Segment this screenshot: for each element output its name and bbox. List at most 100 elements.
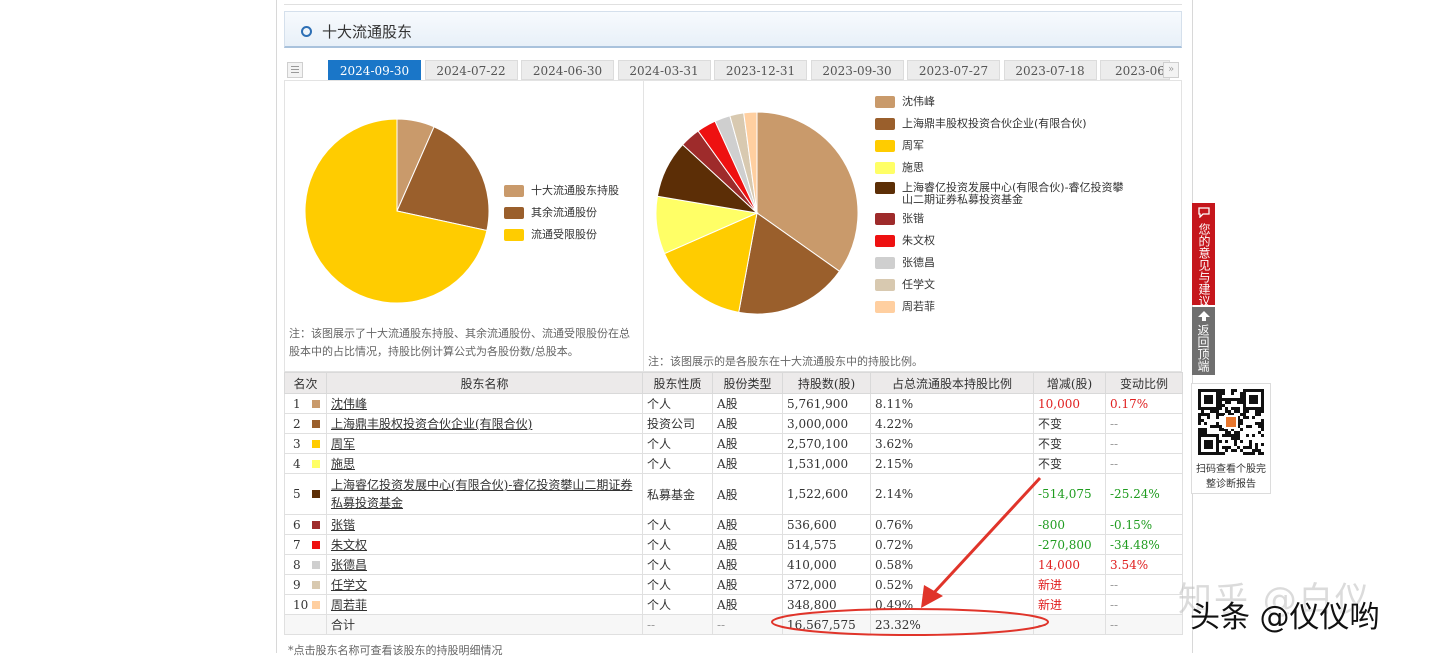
rank-cell: 4	[284, 453, 327, 474]
rank-number: 8	[293, 557, 301, 572]
ratio-cell: 0.49%	[870, 594, 1034, 615]
change-pct-cell: --	[1105, 413, 1183, 434]
holder-name-link[interactable]: 周军	[331, 437, 355, 451]
rank-number: 3	[293, 436, 301, 451]
ratio-cell: 0.72%	[870, 534, 1034, 555]
tab-2023-09-30[interactable]: 2023-09-30	[810, 60, 904, 80]
share-type-cell: A股	[712, 554, 783, 575]
next-tabs-icon[interactable]: »	[1163, 62, 1179, 78]
tab-2023-07-27[interactable]: 2023-07-27	[907, 60, 1000, 80]
rank-number: 1	[293, 396, 301, 411]
rank-cell	[284, 614, 327, 635]
column-header: 股东名称	[326, 372, 643, 394]
column-header: 增减(股)	[1033, 372, 1106, 394]
holder-name-link[interactable]: 周若菲	[331, 598, 367, 612]
column-header: 变动比例	[1105, 372, 1183, 394]
table-row: 10 周若菲 个人 A股 348,800 0.49% 新进 --	[284, 594, 1183, 615]
right-chart-note: 注：该图展示的是各股东在十大流通股东中的持股比例。	[648, 355, 923, 368]
holder-name-cell: 周若菲	[326, 594, 643, 615]
ratio-cell: 0.58%	[870, 554, 1034, 575]
legend-label: 其余流通股份	[531, 206, 597, 219]
chat-icon	[1197, 207, 1210, 219]
holder-name-link[interactable]: 上海睿亿投资发展中心(有限合伙)-睿亿投资攀山二期证券私募投资基金	[331, 478, 632, 510]
change-pct-cell: --	[1105, 433, 1183, 454]
table-row: 1 沈伟峰 个人 A股 5,761,900 8.11% 10,000 0.17%	[284, 393, 1183, 414]
shares-cell: 2,570,100	[782, 433, 871, 454]
column-header: 持股数(股)	[782, 372, 871, 394]
ratio-cell: 2.15%	[870, 453, 1034, 474]
rank-cell: 6	[284, 514, 327, 535]
legend-label: 沈伟峰	[902, 95, 935, 108]
feedback-button[interactable]: 您的意见与建议	[1192, 203, 1215, 307]
table-row: 3 周军 个人 A股 2,570,100 3.62% 不变 --	[284, 433, 1183, 454]
share-type-cell: A股	[712, 574, 783, 595]
holder-name-link[interactable]: 施思	[331, 457, 355, 471]
tab-2024-06-30[interactable]: 2024-06-30	[521, 60, 614, 80]
change-pct-cell: -34.48%	[1105, 534, 1183, 555]
rank-number: 7	[293, 537, 301, 552]
shares-cell: 3,000,000	[782, 413, 871, 434]
legend-swatch	[504, 185, 524, 197]
shares-cell: 5,761,900	[782, 393, 871, 414]
change-pct-cell: -25.24%	[1105, 473, 1183, 515]
shares-cell: 410,000	[782, 554, 871, 575]
date-tabs: 2024-09-30 2024-07-22 2024-06-30 2024-03-31…	[284, 60, 1182, 80]
change-pct-cell: 3.54%	[1105, 554, 1183, 575]
holder-name-cell: 沈伟峰	[326, 393, 643, 414]
legend-label: 周军	[902, 139, 924, 152]
change-pct-cell: --	[1105, 594, 1183, 615]
change-cell: 不变	[1033, 453, 1106, 474]
change-pct-cell: --	[1105, 574, 1183, 595]
legend-label: 施思	[902, 161, 924, 174]
holder-nature-cell: 个人	[642, 453, 713, 474]
shares-cell: 1,522,600	[782, 473, 871, 515]
table-header-row: 名次 股东名称 股东性质 股份类型 持股数(股) 占总流通股本持股比例 增减(股) 变动比例	[284, 372, 1183, 394]
color-marker	[312, 560, 320, 569]
tab-2023-06[interactable]: 2023-06	[1100, 60, 1170, 80]
tab-2024-03-31[interactable]: 2024-03-31	[617, 60, 711, 80]
holder-name-link[interactable]: 上海鼎丰股权投资合伙企业(有限合伙)	[331, 417, 532, 431]
column-header: 股东性质	[642, 372, 713, 394]
rank-cell: 2	[284, 413, 327, 434]
tab-2023-07-18[interactable]: 2023-07-18	[1003, 60, 1097, 80]
holder-name-link[interactable]: 张德昌	[331, 558, 367, 572]
shares-cell: 514,575	[782, 534, 871, 555]
tab-2024-07-22[interactable]: 2024-07-22	[424, 60, 518, 80]
holder-name-link[interactable]: 朱文权	[331, 538, 367, 552]
chart-divider	[643, 81, 644, 371]
change-cell: 不变	[1033, 433, 1106, 454]
holder-nature-cell: 个人	[642, 514, 713, 535]
change-pct-cell: 0.17%	[1105, 393, 1183, 414]
holder-nature-cell: 投资公司	[642, 413, 713, 434]
list-view-icon[interactable]	[287, 62, 303, 78]
back-to-top-button[interactable]: 返回顶端	[1192, 307, 1215, 375]
holders-table: 名次 股东名称 股东性质 股份类型 持股数(股) 占总流通股本持股比例 增减(股) 变动比例 …	[284, 372, 1183, 635]
charts-area: 十大流通股东持股 其余流通股份 流通受限股份 注：该图展示了十大流通股东持股、其余流…	[284, 80, 1182, 372]
table-row: 8 张德昌 个人 A股 410,000 0.58% 14,000 3.54%	[284, 554, 1183, 575]
tab-2023-12-31[interactable]: 2023-12-31	[714, 60, 807, 80]
qr-caption: 扫码查看个股完整诊断报告	[1196, 464, 1266, 490]
tab-2024-09-30[interactable]: 2024-09-30	[328, 60, 421, 80]
ratio-cell: 0.76%	[870, 514, 1034, 535]
rank-cell: 9	[284, 574, 327, 595]
legend-label: 张锴	[902, 212, 924, 225]
color-marker	[312, 600, 320, 609]
holder-name-link[interactable]: 张锴	[331, 518, 355, 532]
holder-name-link[interactable]: 沈伟峰	[331, 397, 367, 411]
color-marker	[312, 520, 320, 529]
ratio-cell: 3.62%	[870, 433, 1034, 454]
rank-number: 9	[293, 577, 301, 592]
share-type-cell: A股	[712, 433, 783, 454]
rank-number: 6	[293, 517, 301, 532]
holder-name-cell: 张锴	[326, 514, 643, 535]
color-marker	[312, 399, 320, 408]
legend-label: 上海睿亿投资发展中心(有限合伙)-睿亿投资攀山二期证券私募投资基金	[902, 181, 1124, 206]
legend-swatch	[875, 279, 895, 291]
holder-nature-cell: 个人	[642, 574, 713, 595]
table-row: 2 上海鼎丰股权投资合伙企业(有限合伙) 投资公司 A股 3,000,000 4.22% 不…	[284, 413, 1183, 434]
shares-cell: 348,800	[782, 594, 871, 615]
holder-name-cell: 上海鼎丰股权投资合伙企业(有限合伙)	[326, 413, 643, 434]
qr-code-box[interactable]: 扫码查看个股完整诊断报告	[1191, 383, 1271, 494]
shares-cell: 372,000	[782, 574, 871, 595]
holder-name-link[interactable]: 任学文	[331, 578, 367, 592]
